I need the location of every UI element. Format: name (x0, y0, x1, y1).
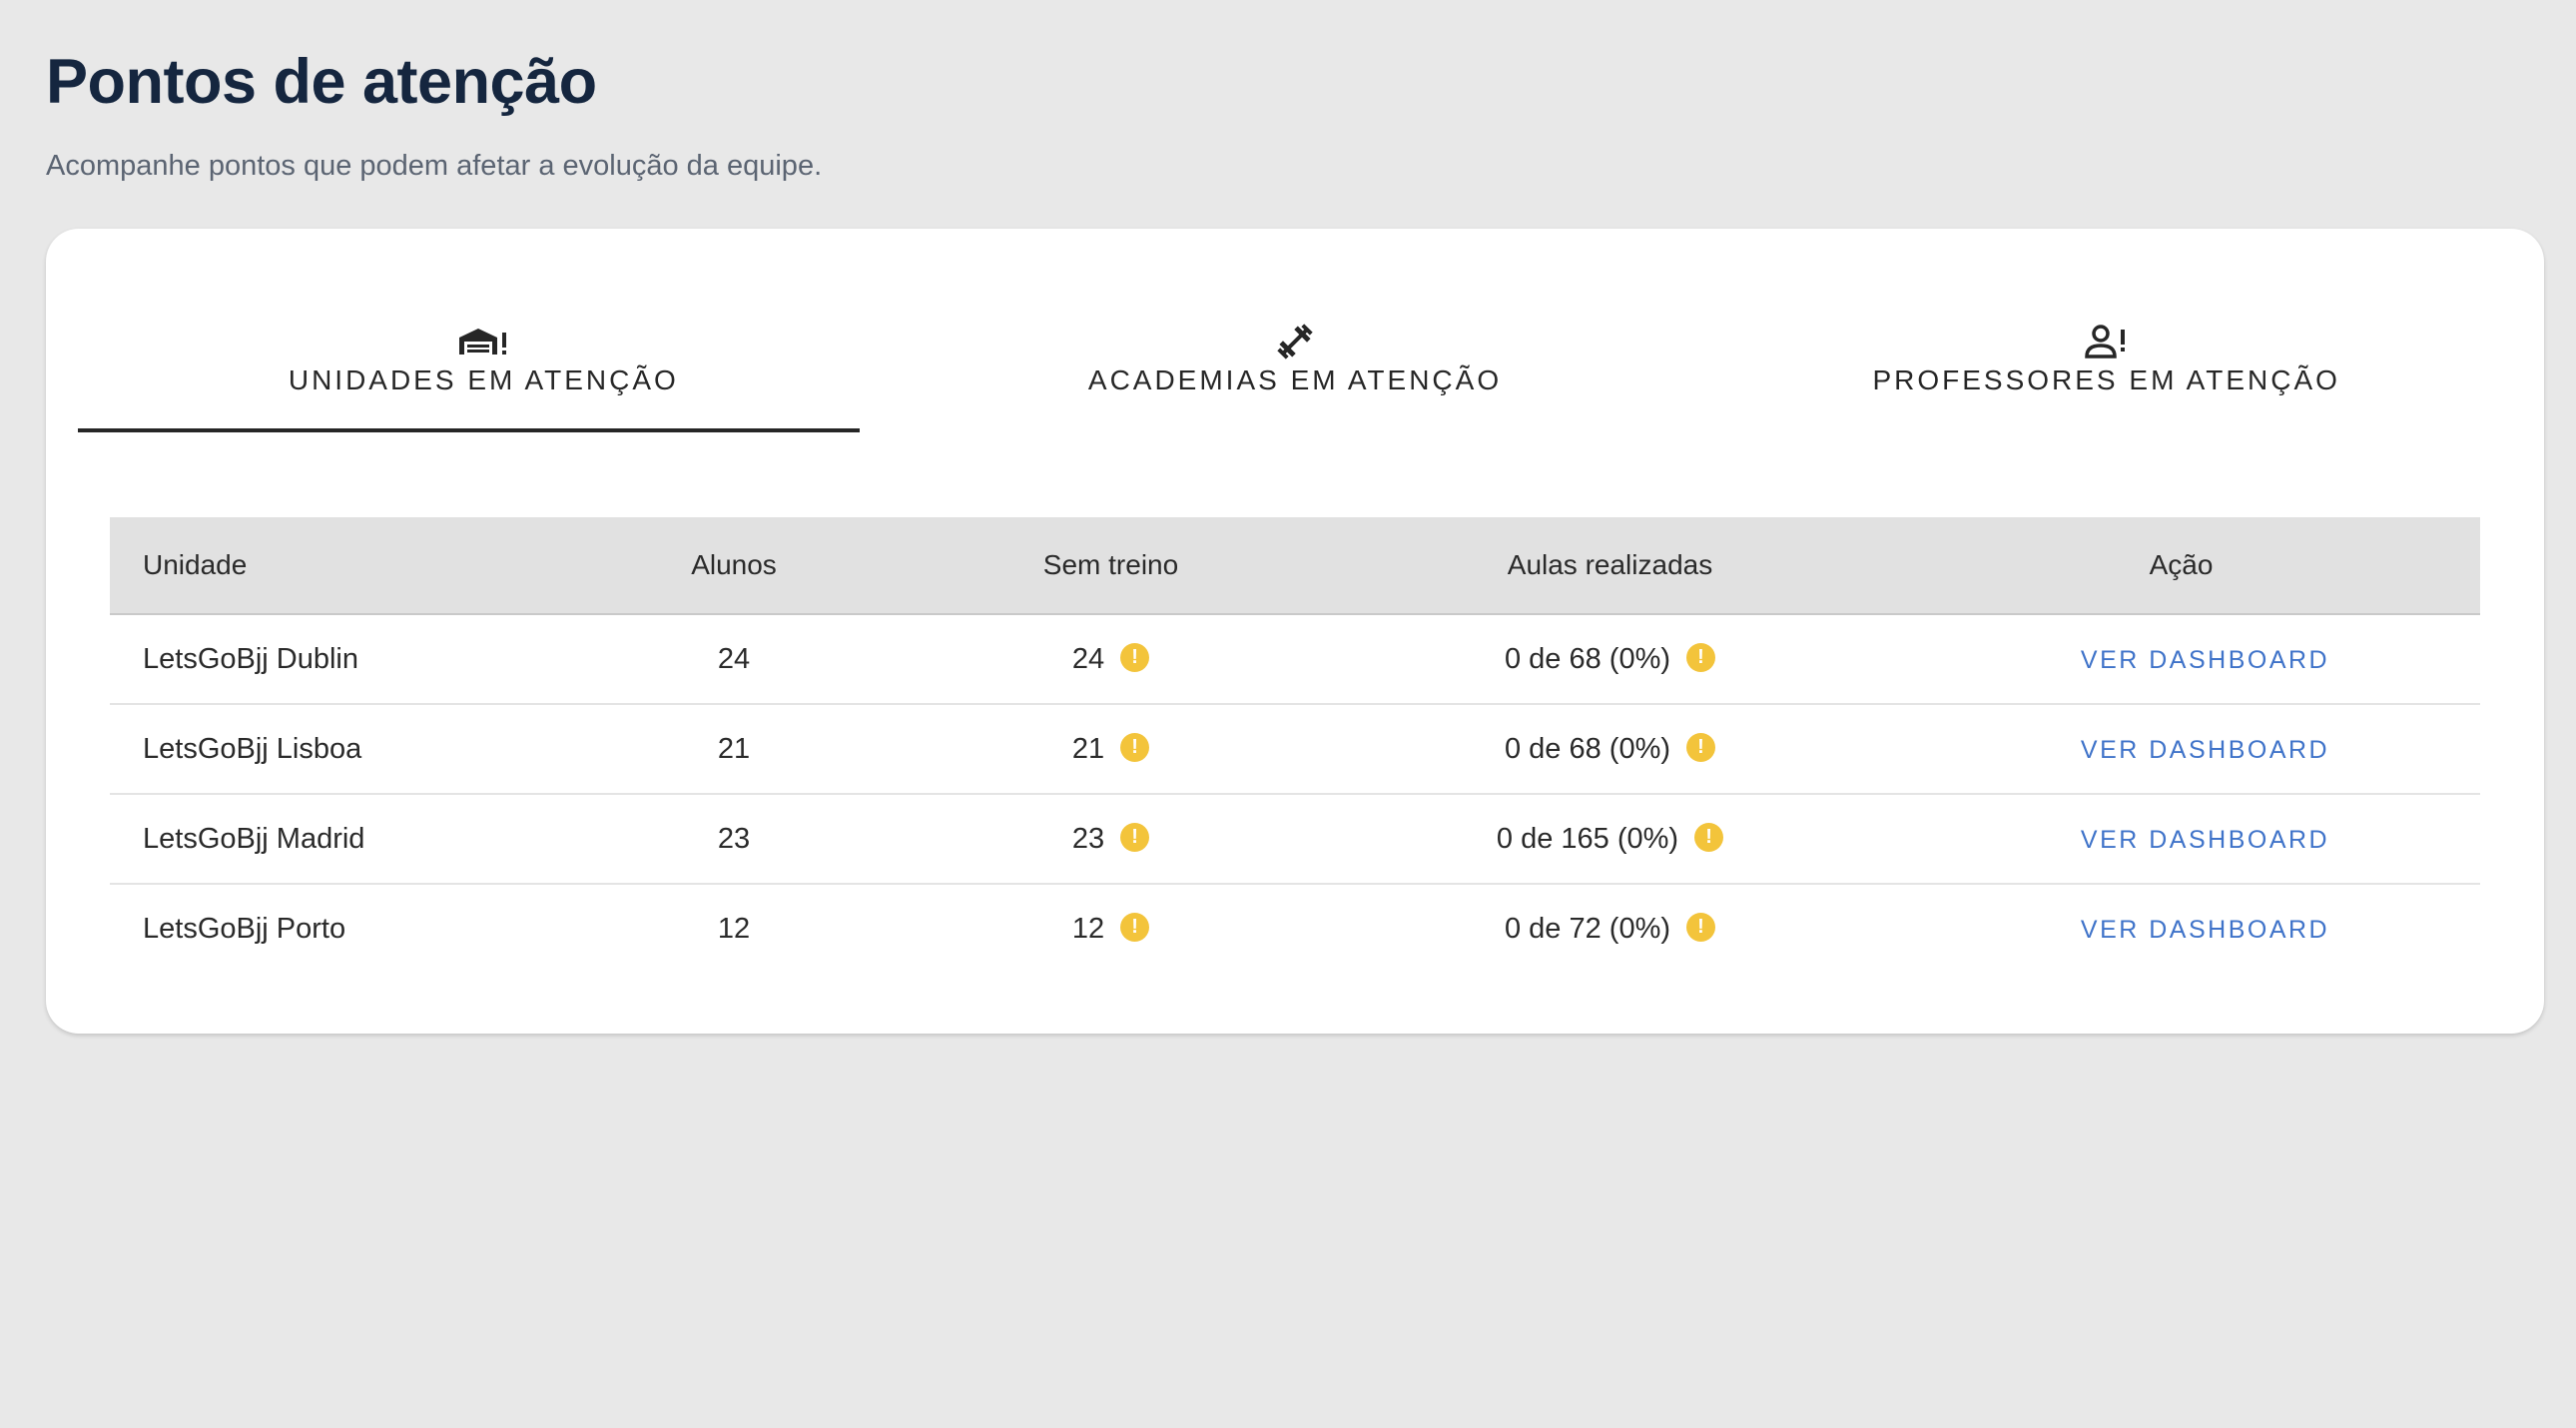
view-dashboard-link[interactable]: VER DASHBOARD (2081, 646, 2329, 675)
action-cell: VER DASHBOARD (1882, 614, 2480, 705)
table-row: LetsGoBjj Lisboa 21 21! 0 de 68 (0%)! VE… (110, 704, 2480, 795)
action-cell: VER DASHBOARD (1882, 884, 2480, 973)
action-cell: VER DASHBOARD (1882, 794, 2480, 885)
classes-value: 0 de 68 (0%) (1504, 732, 1671, 765)
no-training-cell: 12! (884, 884, 1338, 973)
person-alert-icon (2081, 321, 2133, 362)
attention-card: UNIDADES EM ATENÇÃO ACADEMIAS EM ATENÇÃO (46, 229, 2544, 1034)
tab-label: UNIDADES EM ATENÇÃO (288, 364, 679, 395)
warning-icon: ! (1120, 732, 1150, 762)
warning-icon: ! (1120, 822, 1150, 852)
tab-label: ACADEMIAS EM ATENÇÃO (1087, 364, 1503, 395)
no-training-value: 12 (1071, 912, 1105, 945)
attention-table: Unidade Alunos Sem treino Aulas realizad… (110, 517, 2480, 973)
no-training-value: 24 (1071, 642, 1105, 675)
unit-name-cell: LetsGoBjj Porto (143, 912, 346, 945)
warning-icon: ! (1120, 912, 1150, 942)
no-training-cell: 21! (884, 704, 1338, 795)
view-dashboard-link[interactable]: VER DASHBOARD (2081, 736, 2329, 765)
students-cell: 21 (584, 704, 884, 795)
unit-name-cell: LetsGoBjj Dublin (110, 614, 584, 705)
classes-cell: 0 de 68 (0%)! (1338, 704, 1882, 795)
warning-icon: ! (1694, 822, 1724, 852)
no-training-value: 23 (1071, 822, 1105, 855)
classes-cell: 0 de 68 (0%)! (1338, 614, 1882, 705)
students-cell: 24 (584, 614, 884, 705)
no-training-cell: 23! (884, 794, 1338, 885)
classes-cell: 0 de 165 (0%)! (1338, 794, 1882, 885)
column-header-acao: Ação (1882, 517, 2480, 615)
dumbbell-icon (1269, 321, 1321, 362)
table-row: LetsGoBjj Madrid 23 23! 0 de 165 (0%)! V… (110, 794, 2480, 885)
classes-value: 0 de 68 (0%) (1504, 642, 1671, 675)
warning-icon: ! (1686, 732, 1716, 762)
tab-academias[interactable]: ACADEMIAS EM ATENÇÃO (890, 281, 1701, 432)
students-cell: 12 (717, 912, 751, 945)
classes-value: 0 de 72 (0%) (1504, 912, 1671, 945)
no-training-cell: 24! (884, 614, 1338, 705)
unit-name-cell: LetsGoBjj Lisboa (110, 704, 584, 795)
warning-icon: ! (1120, 642, 1150, 672)
column-header-sem-treino: Sem treino (884, 517, 1338, 615)
tab-bar: UNIDADES EM ATENÇÃO ACADEMIAS EM ATENÇÃO (78, 281, 2512, 432)
tab-professores[interactable]: PROFESSORES EM ATENÇÃO (1700, 281, 2512, 432)
table-row: LetsGoBjj Porto 12 12! 0 de 72 (0%)! VER… (110, 884, 2480, 973)
view-dashboard-link[interactable]: VER DASHBOARD (2081, 916, 2329, 945)
tab-label: PROFESSORES EM ATENÇÃO (1872, 364, 2340, 395)
warning-icon: ! (1686, 642, 1716, 672)
table-row: LetsGoBjj Dublin 24 24! 0 de 68 (0%)! VE… (110, 614, 2480, 705)
students-cell: 23 (584, 794, 884, 885)
classes-value: 0 de 165 (0%) (1496, 822, 1679, 855)
warning-icon: ! (1686, 912, 1716, 942)
column-header-unidade: Unidade (110, 517, 584, 615)
tab-unidades[interactable]: UNIDADES EM ATENÇÃO (78, 281, 890, 432)
warehouse-alert-icon (457, 321, 509, 362)
classes-cell: 0 de 72 (0%)! (1338, 884, 1882, 973)
no-training-value: 21 (1071, 732, 1105, 765)
page-title: Pontos de atenção (46, 47, 597, 117)
column-header-alunos: Alunos (584, 517, 884, 615)
action-cell: VER DASHBOARD (1882, 704, 2480, 795)
table-header-row: Unidade Alunos Sem treino Aulas realizad… (110, 517, 2480, 615)
column-header-aulas-realizadas: Aulas realizadas (1338, 517, 1882, 615)
active-tab-indicator (78, 428, 860, 432)
page-subtitle: Acompanhe pontos que podem afetar a evol… (46, 150, 823, 182)
view-dashboard-link[interactable]: VER DASHBOARD (2081, 826, 2329, 855)
unit-name-cell: LetsGoBjj Madrid (110, 794, 584, 885)
